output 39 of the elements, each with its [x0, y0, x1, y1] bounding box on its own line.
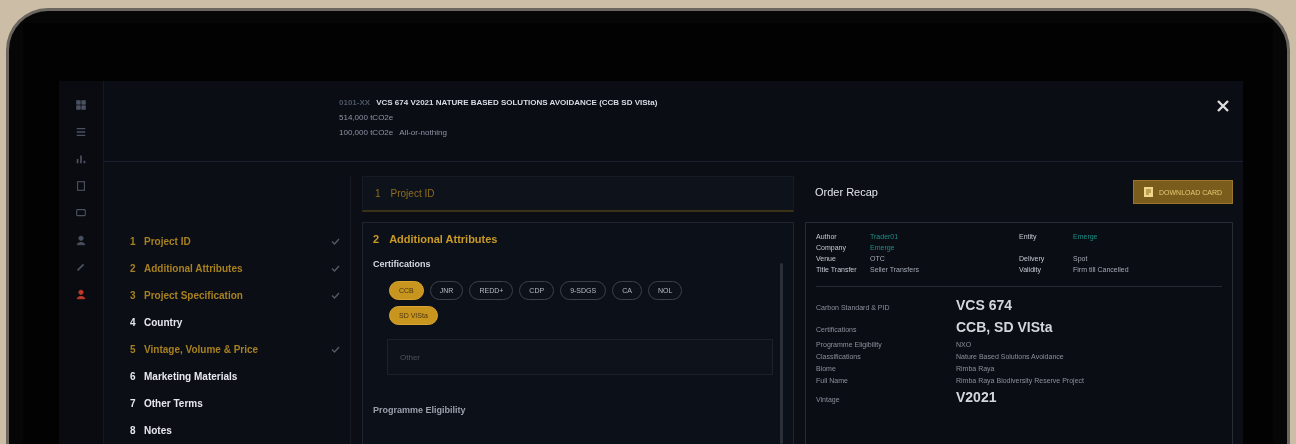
close-icon: [1217, 100, 1229, 112]
order-title: VCS 674 V2021 NATURE BASED SOLUTIONS AVOIDANCE (CCB SD VISta): [376, 98, 658, 107]
user-icon[interactable]: [75, 234, 87, 246]
quantity-text: 100,000 tCO2e: [339, 128, 394, 137]
section-number: 1: [375, 188, 381, 199]
section-title: Project ID: [390, 188, 435, 199]
field-label: Certifications: [373, 259, 432, 269]
card-icon: [1144, 187, 1153, 197]
check-icon: [331, 238, 340, 245]
section-number: 2: [373, 233, 380, 245]
step-item[interactable]: 3 Project Specification: [130, 282, 340, 309]
step-item[interactable]: 8 Notes: [130, 417, 340, 444]
step-item[interactable]: 2 Additional Attributes: [130, 255, 340, 282]
field-value: VCS 674: [956, 297, 1013, 313]
field-label: Programme Eligibility: [373, 405, 467, 415]
document-icon[interactable]: [75, 180, 87, 192]
step-item[interactable]: 6 Marketing Materials: [130, 363, 340, 390]
recap-title: Order Recap: [815, 186, 878, 198]
other-input-field[interactable]: Other: [387, 339, 773, 375]
check-icon: [331, 346, 340, 353]
check-icon: [331, 292, 340, 299]
step-item[interactable]: 7 Other Terms: [130, 390, 340, 417]
chart-icon[interactable]: [75, 153, 87, 165]
chat-icon[interactable]: [75, 207, 87, 219]
field-value: CCB, SD VISta: [956, 319, 1053, 335]
order-code: 0101-XX: [339, 98, 371, 107]
check-icon: [331, 265, 340, 272]
field-value: V2021: [956, 389, 997, 405]
section-title: Additional Attributes: [389, 233, 498, 245]
step-item[interactable]: 4 Country: [130, 309, 340, 336]
step-item[interactable]: 5 Vintage, Volume & Price: [130, 336, 340, 363]
volume-text: 514,000 tCO2e: [339, 113, 395, 122]
section-header[interactable]: 1 Project ID: [362, 176, 794, 212]
grid-icon[interactable]: [75, 99, 87, 111]
wrench-icon[interactable]: [75, 261, 87, 273]
step-item[interactable]: 1 Project ID: [130, 228, 340, 255]
user-icon[interactable]: [75, 288, 87, 300]
fill-type-text: All-or-nothing: [399, 128, 447, 137]
list-icon[interactable]: [75, 126, 87, 138]
